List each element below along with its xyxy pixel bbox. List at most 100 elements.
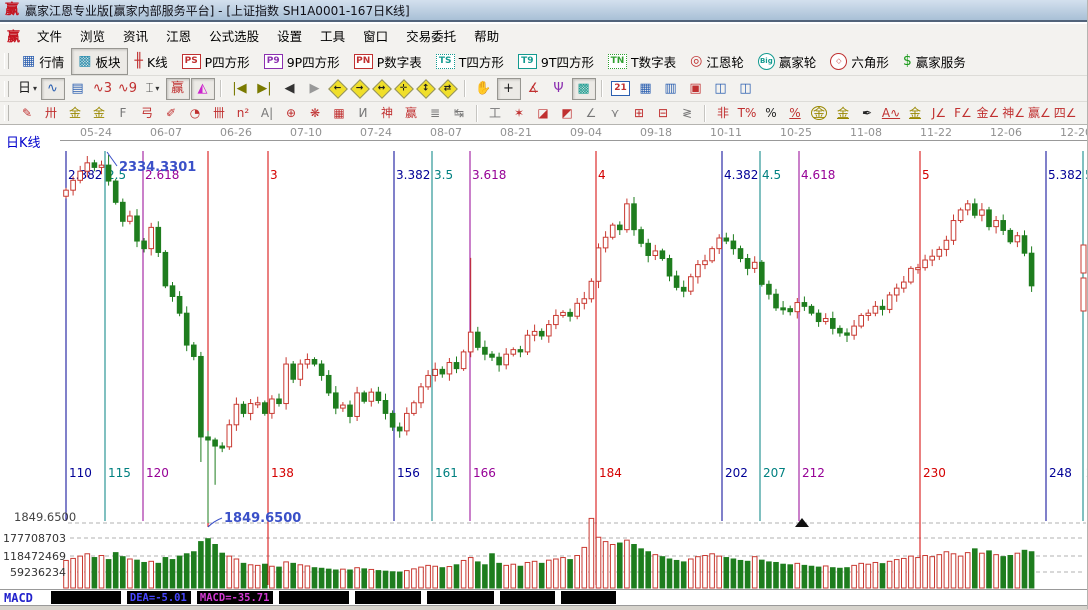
candle-body [412,403,417,414]
volume-bar [383,571,388,588]
candle-body [248,404,253,414]
candle-body [823,319,828,322]
date-tick-label: 12-20 [1060,126,1088,139]
gann-bar-count-label: 207 [763,466,786,480]
volume-bar [724,558,729,588]
candle-body [369,392,374,401]
candle-body [483,347,488,354]
gann-ratio-label: 3.5 [434,168,453,182]
volume-bar [937,555,942,588]
date-tick-label: 11-08 [850,126,882,139]
volume-bar [859,563,864,588]
volume-bar [319,568,324,588]
candle-body [426,375,431,386]
indicator-value-cell-6 [500,591,555,604]
volume-bar [1029,552,1034,588]
candle-body [92,163,97,168]
right-edge-partial-candle [1081,245,1086,273]
volume-bar [809,566,814,588]
gann-lines-layer[interactable]: 2.3821102.51152.61812031383.3821563.5161… [66,151,1088,585]
candle-body [923,260,928,268]
volume-bar [177,556,182,588]
candle-body [653,251,658,256]
date-tick-label: 09-18 [640,126,672,139]
volume-bar [539,563,544,588]
labels-layer: 日K线05-2406-0706-2607-1007-2408-0708-2109… [3,126,1088,579]
volume-bar [852,565,857,588]
volume-bar [923,556,928,588]
candle-body [724,238,729,241]
candle-body [568,312,573,316]
volume-bar [802,565,807,588]
volume-bar [184,554,189,588]
volume-bar [263,564,268,588]
candle-body [454,363,459,369]
volume-bar [958,556,963,588]
price-chart[interactable]: 2.3821102.51152.61812031383.3821563.5161… [0,0,1088,609]
candle-body [831,319,836,329]
volume-bar [738,560,743,588]
candle-body [589,281,594,298]
candle-body [944,240,949,249]
volume-bar [504,565,509,588]
candle-body [305,360,310,365]
volume-bar [135,560,140,588]
candle-body [362,393,367,401]
candle-body [738,249,743,259]
candle-body [440,369,445,374]
date-tick-label: 06-07 [150,126,182,139]
candle-body [468,332,473,352]
volume-bar [390,572,395,588]
volume-bar [78,556,83,588]
volume-bar [589,518,594,588]
volume-bar [568,560,573,588]
gann-bar-count-label: 166 [473,466,496,480]
volume-bar [348,570,353,588]
volume-bar [227,556,232,588]
indicator-value-cell-7 [561,591,616,604]
volume-bar [554,559,559,588]
volume-bar [305,566,310,588]
volume-bar [426,565,431,588]
volume-bar [596,537,601,588]
candle-body [987,210,992,227]
candle-body [163,252,168,285]
volume-bar [518,566,523,588]
candle-body [405,413,410,430]
candle-body [121,202,126,221]
candle-body [809,306,814,313]
volume-bar [916,558,921,588]
indicator-value-cell-2: MACD=-35.71 [197,591,273,604]
candle-body [419,387,424,403]
volume-bar [497,563,502,588]
date-tick-label: 12-06 [990,126,1022,139]
peak-annotation-label: 2334.3301 [119,160,196,175]
volume-bar [461,560,466,588]
volume-bar [113,553,118,588]
candle-body [525,335,530,352]
volume-bar [632,545,637,589]
volume-bar [234,559,239,588]
volume-bar [419,567,424,588]
candle-body [618,225,623,230]
period-label: 日K线 [6,136,41,151]
volume-bar [468,558,473,588]
candle-body [199,356,204,436]
indicator-value-cell-0 [51,591,121,604]
candle-body [319,364,324,375]
candle-body [802,303,807,307]
volume-bar [284,562,289,588]
volume-bar [667,559,672,588]
volume-bar [873,562,878,588]
gann-ratio-label: 5 [922,168,930,182]
gann-ratio-label: 3.382 [396,168,430,182]
volume-bar [930,557,935,588]
gann-bar-count-label: 110 [69,466,92,480]
candle-body [894,288,899,295]
candle-body [845,333,850,335]
candle-body [177,296,182,313]
candle-body [227,425,232,447]
gann-bar-count-label: 248 [1049,466,1072,480]
candle-body [717,238,722,249]
volume-bar [845,568,850,588]
